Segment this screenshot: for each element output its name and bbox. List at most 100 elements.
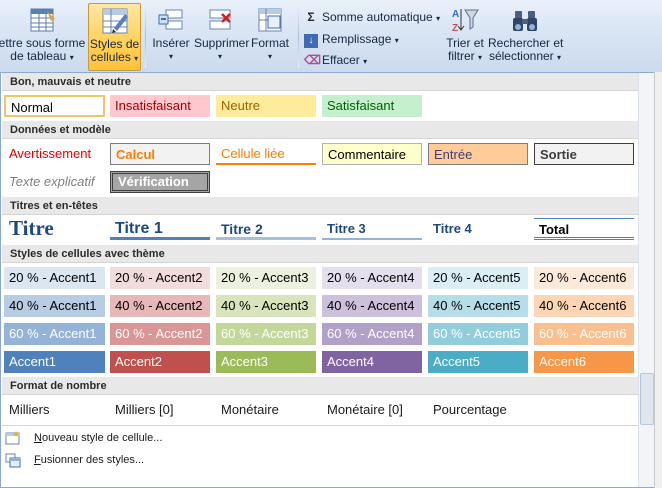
style-40-accent3[interactable]: 40 % - Accent3 — [216, 295, 316, 317]
style-accent6[interactable]: Accent6 — [534, 351, 634, 373]
style-accent4[interactable]: Accent4 — [322, 351, 422, 373]
new-cell-style-menu-item[interactable]: Nouveau style de cellule... — [2, 427, 638, 449]
style-calcul[interactable]: Calcul — [110, 143, 210, 165]
style-titre-4[interactable]: Titre 4 — [428, 218, 528, 240]
find-select-button[interactable]: Rechercher et sélectionner ▾ — [488, 3, 563, 69]
autosum-label: Somme automatique — [322, 10, 433, 24]
chevron-down-icon: ▾ — [134, 54, 139, 63]
style-avertissement[interactable]: Avertissement — [4, 143, 105, 165]
format-cells-icon — [258, 8, 282, 32]
style-insatisfaisant[interactable]: Insatisfaisant — [110, 95, 210, 117]
group-separator — [145, 4, 146, 68]
style-20-accent2[interactable]: 20 % - Accent2 — [110, 267, 210, 289]
style-milliers[interactable]: Milliers — [4, 399, 105, 421]
eraser-icon: ⌫ — [304, 53, 321, 67]
section-header-good-bad: Bon, mauvais et neutre — [2, 73, 638, 91]
section-header-themed: Styles de cellules avec thème — [2, 245, 638, 263]
cell-styles-button[interactable]: Styles de cellules ▾ — [88, 3, 141, 71]
menu-separator — [2, 425, 638, 426]
style-texte-explicatif[interactable]: Texte explicatif — [4, 171, 105, 193]
style-60-accent2[interactable]: 60 % - Accent2 — [110, 323, 210, 345]
style-titre-2[interactable]: Titre 2 — [216, 218, 316, 240]
section-header-titles: Titres et en-têtes — [2, 197, 638, 215]
style-titre-3[interactable]: Titre 3 — [322, 218, 422, 240]
style-60-accent4[interactable]: 60 % - Accent4 — [322, 323, 422, 345]
insert-button[interactable]: Insérer ▾ — [150, 3, 192, 69]
delete-cells-icon — [209, 9, 231, 30]
scrollbar-thumb[interactable] — [640, 373, 654, 425]
chevron-down-icon: ▾ — [267, 52, 272, 61]
style-accent1[interactable]: Accent1 — [4, 351, 105, 373]
style-titre-1[interactable]: Titre 1 — [110, 218, 210, 240]
sigma-icon: Σ — [307, 10, 315, 24]
style-monetaire[interactable]: Monétaire — [216, 399, 316, 421]
format-as-table-button[interactable]: ettre sous forme de tableau ▾ — [0, 3, 86, 69]
chevron-down-icon: ▾ — [168, 52, 173, 61]
style-20-accent1[interactable]: 20 % - Accent1 — [4, 267, 105, 289]
fill-down-icon: ↓ — [304, 34, 318, 48]
find-select-label-2: sélectionner — [488, 49, 554, 63]
merge-styles-accel: F — [34, 454, 41, 466]
fill-button[interactable]: ↓ Remplissage ▾ — [304, 30, 399, 48]
style-60-accent3[interactable]: 60 % - Accent3 — [216, 323, 316, 345]
style-20-accent4[interactable]: 20 % - Accent4 — [322, 267, 422, 289]
clear-label: Effacer — [322, 53, 360, 67]
style-total[interactable]: Total — [534, 218, 634, 240]
style-60-accent1[interactable]: 60 % - Accent1 — [4, 323, 105, 345]
new-style-accel: N — [34, 432, 42, 444]
chevron-down-icon: ▾ — [394, 36, 399, 45]
cell-styles-icon — [102, 8, 128, 34]
insert-label: Insérer — [152, 36, 190, 50]
style-monetaire-0[interactable]: Monétaire [0] — [322, 399, 422, 421]
style-40-accent4[interactable]: 40 % - Accent4 — [322, 295, 422, 317]
style-20-accent6[interactable]: 20 % - Accent6 — [534, 267, 634, 289]
delete-label: Supprimer — [194, 36, 250, 50]
sort-filter-icon: A Z — [452, 9, 479, 34]
style-neutre[interactable]: Neutre — [216, 95, 316, 117]
chevron-down-icon: ▾ — [363, 57, 368, 66]
style-60-accent5[interactable]: 60 % - Accent5 — [428, 323, 528, 345]
style-20-accent3[interactable]: 20 % - Accent3 — [216, 267, 316, 289]
delete-button[interactable]: Supprimer ▾ — [194, 3, 250, 69]
style-sortie[interactable]: Sortie — [534, 143, 634, 165]
style-titre[interactable]: Titre — [4, 216, 105, 240]
style-60-accent6[interactable]: 60 % - Accent6 — [534, 323, 634, 345]
autosum-button[interactable]: Σ Somme automatique ▾ — [304, 8, 440, 26]
format-button[interactable]: Format ▾ — [248, 3, 292, 69]
merge-styles-label: usionner des styles... — [40, 454, 145, 466]
group-separator — [298, 4, 299, 68]
svg-text:A: A — [452, 9, 459, 20]
style-pourcentage[interactable]: Pourcentage — [428, 399, 528, 421]
gallery-scrollbar[interactable] — [638, 73, 654, 487]
new-style-icon — [5, 431, 20, 445]
ribbon: ettre sous forme de tableau ▾ Styles de … — [0, 0, 662, 73]
style-normal[interactable]: Normal — [4, 95, 105, 117]
style-milliers-0[interactable]: Milliers [0] — [110, 399, 210, 421]
fill-label: Remplissage — [322, 32, 392, 46]
style-40-accent6[interactable]: 40 % - Accent6 — [534, 295, 634, 317]
style-40-accent5[interactable]: 40 % - Accent5 — [428, 295, 528, 317]
format-table-label-2: de tableau — [10, 49, 67, 63]
style-verification[interactable]: Vérification — [110, 171, 210, 193]
style-satisfaisant[interactable]: Satisfaisant — [322, 95, 422, 117]
clear-button[interactable]: ⌫Effacer ▾ — [304, 51, 367, 69]
worksheet-edge — [654, 72, 662, 488]
style-accent5[interactable]: Accent5 — [428, 351, 528, 373]
style-40-accent2[interactable]: 40 % - Accent2 — [110, 295, 210, 317]
style-40-accent1[interactable]: 40 % - Accent1 — [4, 295, 105, 317]
chevron-down-icon: ▾ — [217, 52, 222, 61]
sort-filter-button[interactable]: A Z Trier et filtrer ▾ — [444, 3, 486, 69]
merge-styles-icon — [5, 453, 21, 468]
chevron-down-icon: ▾ — [436, 14, 441, 23]
style-accent3[interactable]: Accent3 — [216, 351, 316, 373]
style-cellule-liee[interactable]: Cellule liée — [216, 143, 316, 165]
style-20-accent5[interactable]: 20 % - Accent5 — [428, 267, 528, 289]
chevron-down-icon: ▾ — [478, 53, 483, 62]
style-accent2[interactable]: Accent2 — [110, 351, 210, 373]
cell-styles-gallery: Bon, mauvais et neutre Normal Insatisfai… — [0, 72, 654, 488]
chevron-down-icon: ▾ — [69, 53, 74, 62]
format-label: Format — [250, 36, 289, 50]
style-entree[interactable]: Entrée — [428, 143, 528, 165]
merge-styles-menu-item[interactable]: Fusionner des styles... — [2, 449, 638, 471]
style-commentaire[interactable]: Commentaire — [322, 143, 422, 165]
